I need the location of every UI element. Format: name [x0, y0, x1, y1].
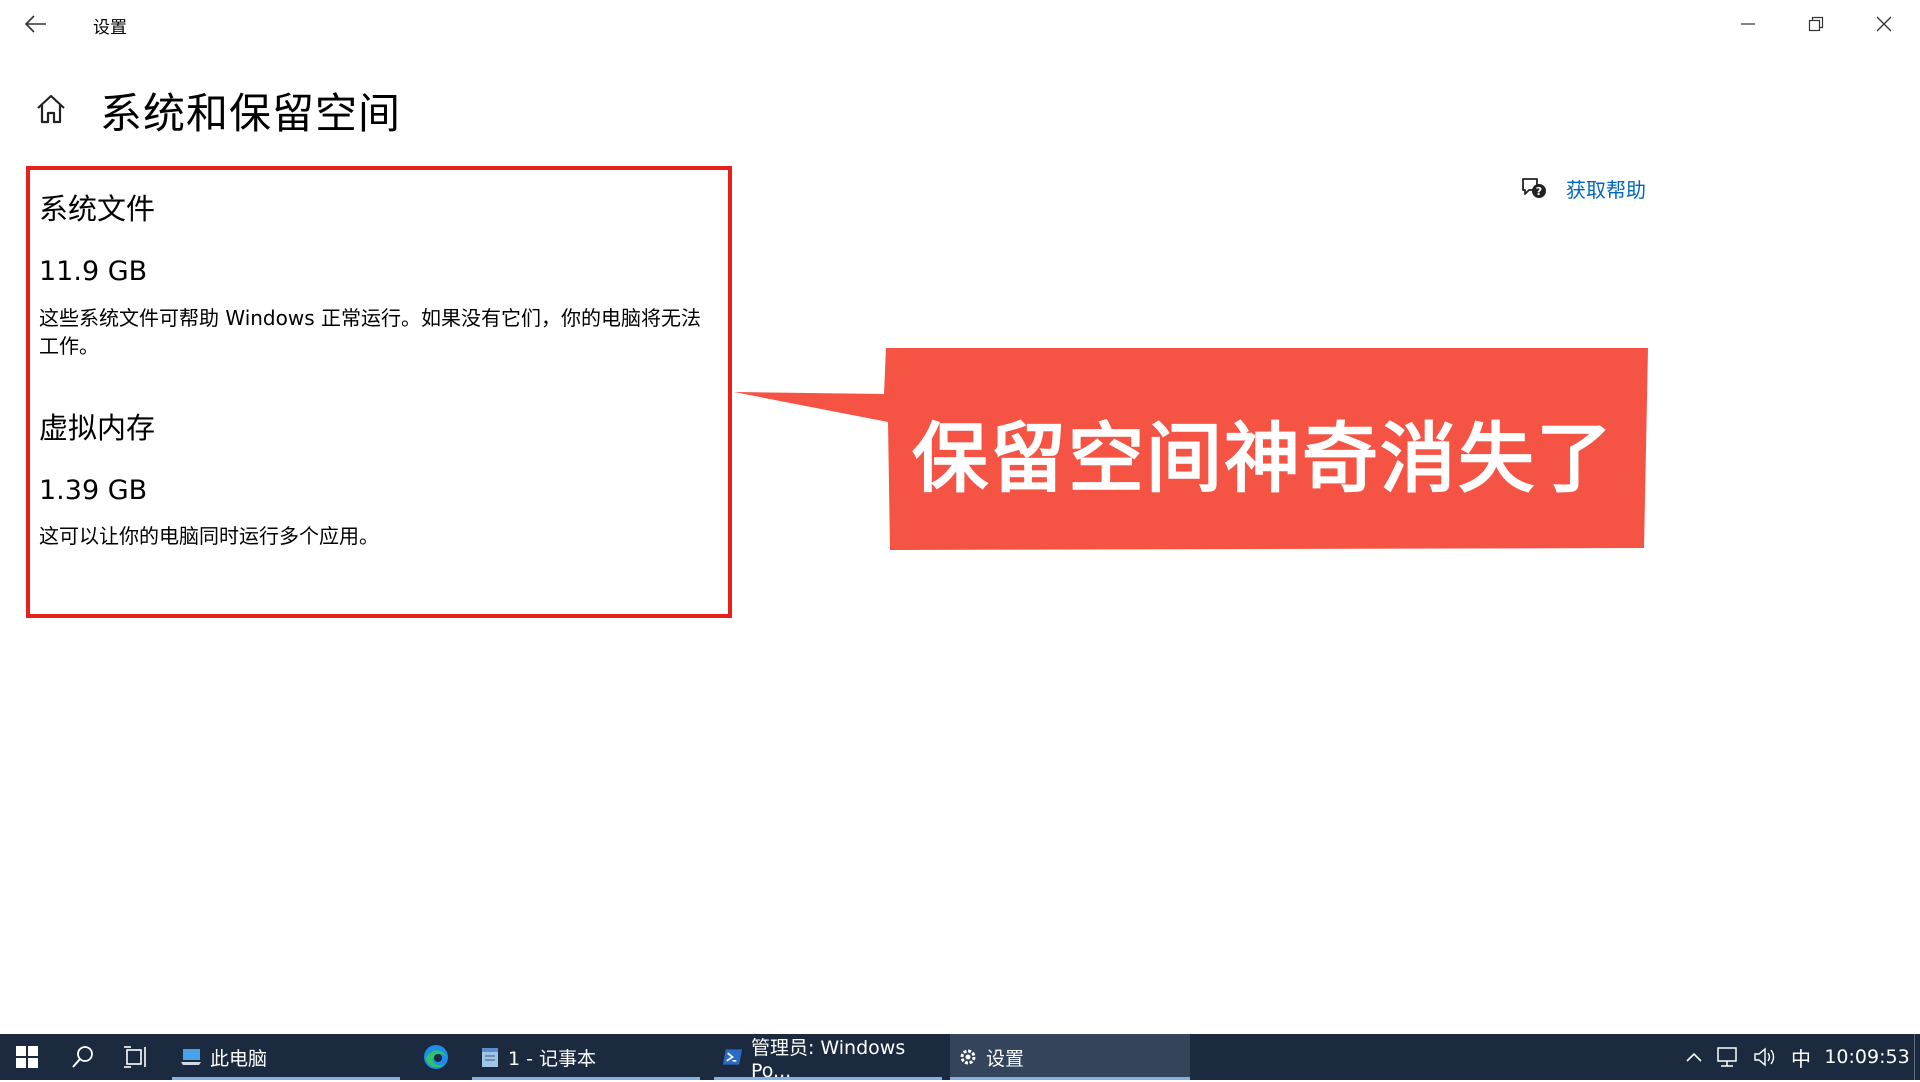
computer-icon: [181, 1049, 201, 1065]
help-chat-icon: ?: [1522, 177, 1546, 198]
settings-window: 设置 系统和保留空间 系统文件 11.9 GB 这些系统文件可帮助 Window: [0, 0, 1920, 1034]
system-files-description: 这些系统文件可帮助 Windows 正常运行。如果没有它们，你的电脑将无法工作。: [39, 306, 701, 358]
task-view-icon: [124, 1046, 146, 1068]
minimize-button[interactable]: [1714, 0, 1782, 48]
taskbar-app-this-pc[interactable]: 此电脑: [172, 1034, 400, 1080]
search-icon: [72, 1046, 93, 1068]
get-help-label: 获取帮助: [1566, 178, 1646, 202]
title-bar: 设置: [0, 0, 1920, 48]
tray-overflow-button[interactable]: [1680, 1034, 1708, 1080]
virtual-memory-heading: 虚拟内存: [39, 411, 156, 445]
clock[interactable]: 10:09:53: [1820, 1034, 1914, 1080]
tray-network[interactable]: [1712, 1034, 1746, 1080]
get-help-link[interactable]: ? 获取帮助: [1520, 174, 1646, 203]
system-files-size: 11.9 GB: [39, 256, 148, 287]
highlight-box: 系统文件 11.9 GB 这些系统文件可帮助 Windows 正常运行。如果没有…: [26, 166, 732, 618]
search-button[interactable]: [56, 1034, 110, 1080]
tray-volume[interactable]: [1750, 1034, 1780, 1080]
minimize-icon: [1741, 23, 1755, 25]
back-button[interactable]: [14, 6, 58, 42]
ime-indicator[interactable]: 中: [1786, 1034, 1816, 1080]
taskbar-app-label: 1 - 记事本: [508, 1047, 597, 1070]
chevron-up-icon: [1686, 1052, 1702, 1062]
network-icon: [1717, 1047, 1737, 1067]
svg-text:?: ?: [1536, 185, 1542, 198]
edge-icon: [424, 1045, 448, 1069]
close-button[interactable]: [1850, 0, 1918, 48]
home-icon[interactable]: [34, 92, 68, 126]
back-arrow-icon: [25, 15, 46, 33]
taskbar: 此电脑 1 - 记事本 管理员: Windows Po... 设置 中 10:0…: [0, 1034, 1920, 1082]
virtual-memory-description: 这可以让你的电脑同时运行多个应用。: [39, 524, 379, 548]
taskbar-app-label: 管理员: Windows Po...: [750, 1036, 906, 1082]
notepad-icon: [482, 1048, 498, 1067]
virtual-memory-size: 1.39 GB: [39, 475, 148, 506]
windows-logo-icon: [16, 1046, 38, 1068]
show-desktop-button[interactable]: [1914, 1034, 1920, 1080]
taskbar-app-notepad[interactable]: 1 - 记事本: [472, 1034, 700, 1080]
volume-icon: [1754, 1047, 1775, 1067]
gear-icon: [960, 1049, 976, 1065]
taskbar-app-settings[interactable]: 设置: [950, 1034, 1190, 1080]
start-button[interactable]: [0, 1034, 54, 1080]
taskbar-app-edge[interactable]: [412, 1034, 460, 1080]
restore-icon: [1808, 16, 1824, 32]
close-icon: [1876, 16, 1892, 32]
app-title: 设置: [93, 18, 127, 38]
page-title: 系统和保留空间: [100, 89, 402, 138]
callout-text: 保留空间神奇消失了: [912, 414, 1614, 503]
taskbar-app-label: 设置: [986, 1047, 1025, 1070]
powershell-icon: [722, 1049, 743, 1065]
restore-button[interactable]: [1782, 0, 1850, 48]
taskbar-app-label: 此电脑: [210, 1047, 268, 1070]
taskbar-app-powershell[interactable]: 管理员: Windows Po...: [714, 1034, 942, 1082]
task-view-button[interactable]: [110, 1034, 164, 1080]
system-files-heading: 系统文件: [39, 192, 156, 226]
